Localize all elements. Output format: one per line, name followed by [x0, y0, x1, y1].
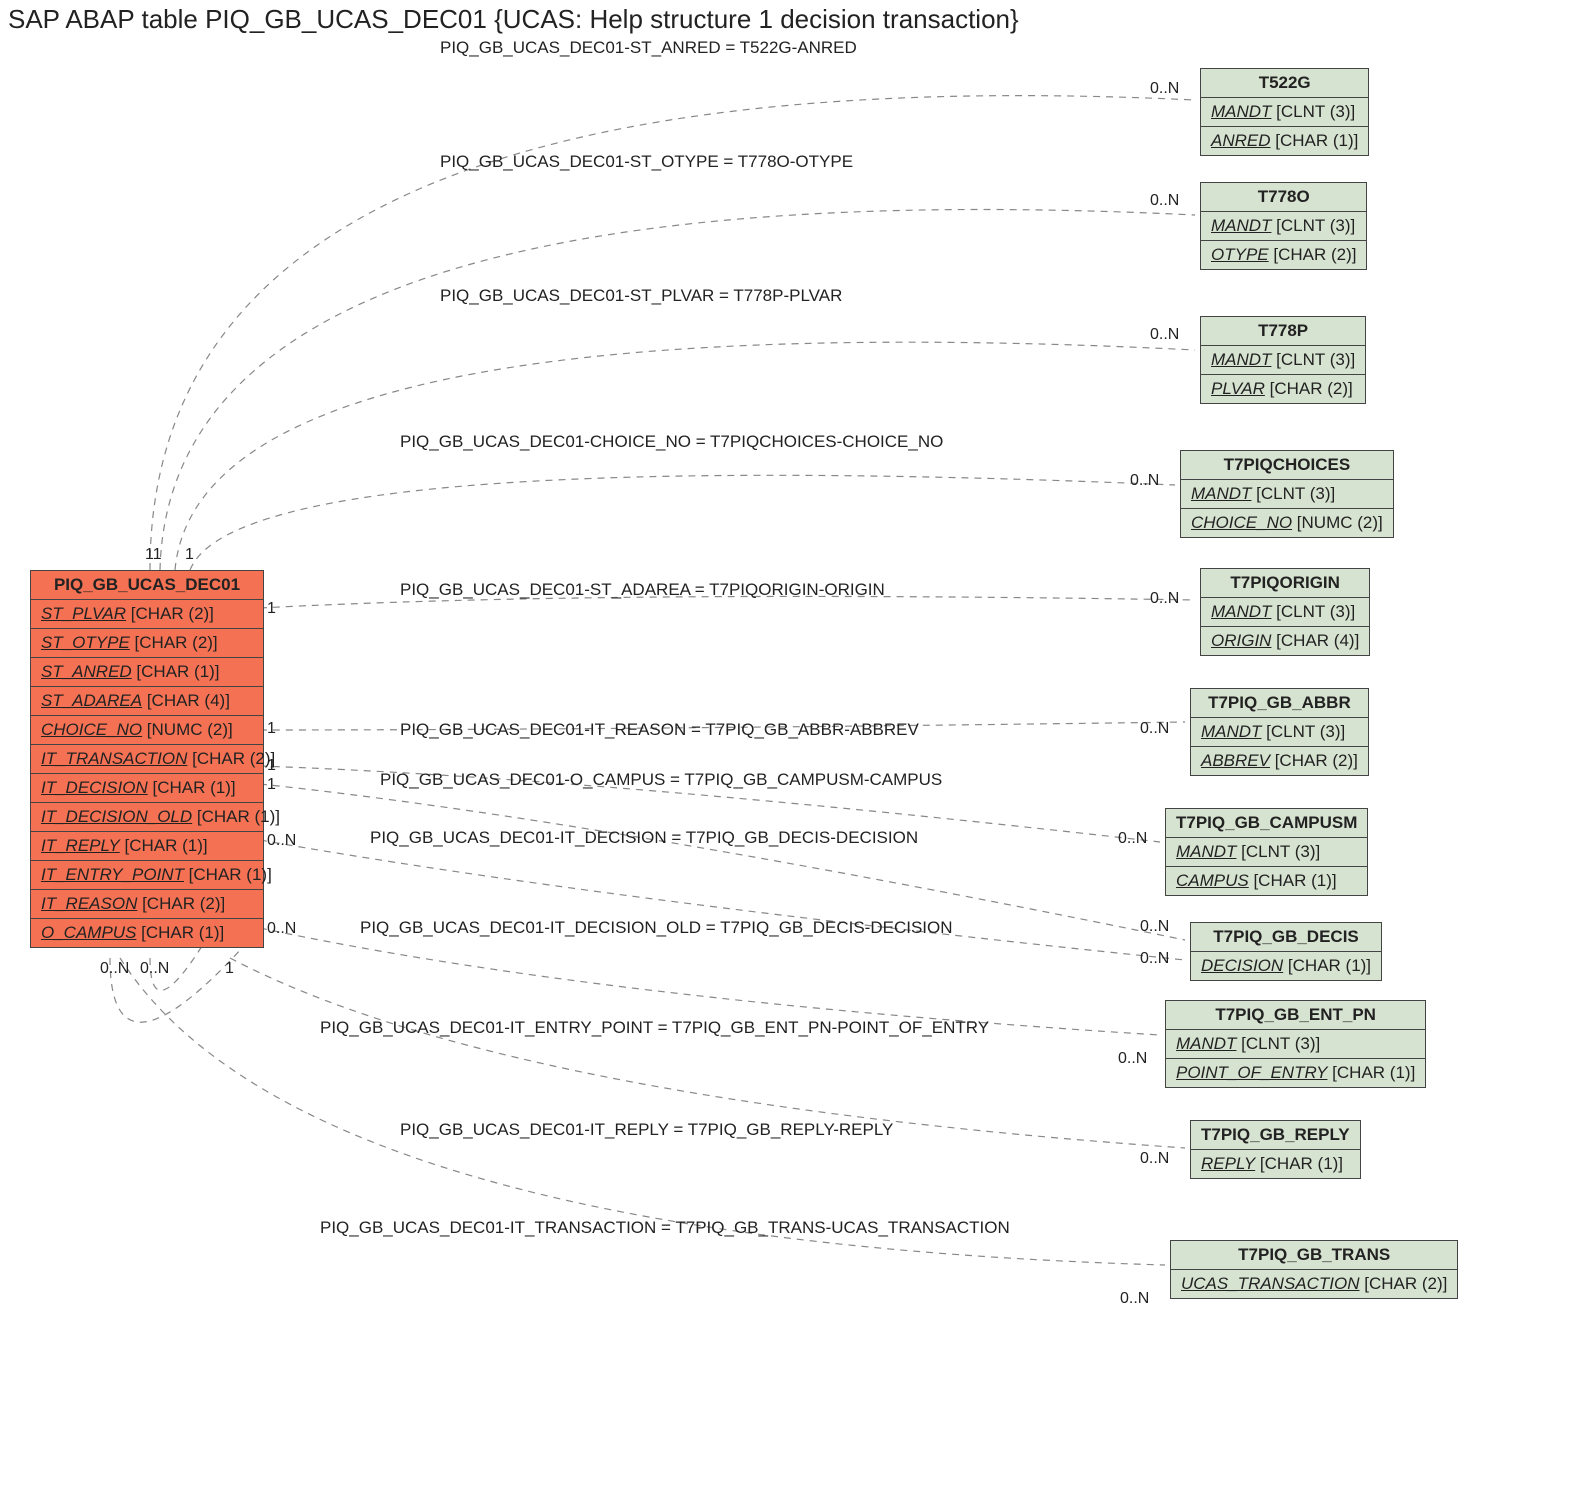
cardinality-left: 0..N [267, 920, 296, 938]
page-title: SAP ABAP table PIQ_GB_UCAS_DEC01 {UCAS: … [8, 4, 1019, 35]
entity-field: IT_DECISION [CHAR (1)] [31, 774, 263, 803]
cardinality-right: 0..N [1150, 326, 1179, 344]
entity-field: DECISION [CHAR (1)] [1191, 952, 1381, 980]
cardinality-right: 0..N [1130, 472, 1159, 490]
entity-field: CHOICE_NO [NUMC (2)] [1181, 509, 1393, 537]
entity-field: IT_TRANSACTION [CHAR (2)] [31, 745, 263, 774]
cardinality-left: 1 [267, 757, 276, 775]
relation-label: PIQ_GB_UCAS_DEC01-ST_ANRED = T522G-ANRED [440, 38, 857, 58]
cardinality-right: 0..N [1150, 192, 1179, 210]
cardinality-right: 0..N [1118, 830, 1147, 848]
cardinality-right: 0..N [1150, 590, 1179, 608]
relation-label: PIQ_GB_UCAS_DEC01-IT_ENTRY_POINT = T7PIQ… [320, 1018, 989, 1038]
entity-target: T7PIQORIGINMANDT [CLNT (3)]ORIGIN [CHAR … [1200, 568, 1370, 656]
entity-header: T7PIQ_GB_ENT_PN [1166, 1001, 1425, 1030]
entity-header: T778P [1201, 317, 1365, 346]
entity-target: T7PIQ_GB_ENT_PNMANDT [CLNT (3)]POINT_OF_… [1165, 1000, 1426, 1088]
cardinality-left: 1 [267, 600, 276, 618]
entity-field: IT_DECISION_OLD [CHAR (1)] [31, 803, 263, 832]
entity-target: T522GMANDT [CLNT (3)]ANRED [CHAR (1)] [1200, 68, 1369, 156]
entity-header: T7PIQORIGIN [1201, 569, 1369, 598]
entity-target: T7PIQ_GB_DECISDECISION [CHAR (1)] [1190, 922, 1382, 981]
entity-field: POINT_OF_ENTRY [CHAR (1)] [1166, 1059, 1425, 1087]
relation-label: PIQ_GB_UCAS_DEC01-ST_OTYPE = T778O-OTYPE [440, 152, 853, 172]
cardinality-left: 11 [145, 546, 162, 564]
relation-label: PIQ_GB_UCAS_DEC01-CHOICE_NO = T7PIQCHOIC… [400, 432, 943, 452]
cardinality-left: 0..N [140, 960, 169, 978]
cardinality-right: 0..N [1140, 918, 1169, 936]
entity-header: T7PIQ_GB_DECIS [1191, 923, 1381, 952]
entity-header: T7PIQ_GB_ABBR [1191, 689, 1368, 718]
entity-target: T7PIQ_GB_ABBRMANDT [CLNT (3)]ABBREV [CHA… [1190, 688, 1369, 776]
relation-label: PIQ_GB_UCAS_DEC01-IT_REASON = T7PIQ_GB_A… [400, 720, 919, 740]
cardinality-left: 1 [267, 720, 276, 738]
entity-field: CAMPUS [CHAR (1)] [1166, 867, 1367, 895]
relation-label: PIQ_GB_UCAS_DEC01-IT_DECISION_OLD = T7PI… [360, 918, 953, 938]
entity-field: CHOICE_NO [NUMC (2)] [31, 716, 263, 745]
entity-field: MANDT [CLNT (3)] [1181, 480, 1393, 509]
cardinality-left: 1 [185, 546, 194, 564]
entity-field: MANDT [CLNT (3)] [1201, 346, 1365, 375]
entity-field: ST_ADAREA [CHAR (4)] [31, 687, 263, 716]
entity-header: T778O [1201, 183, 1366, 212]
entity-main: PIQ_GB_UCAS_DEC01 ST_PLVAR [CHAR (2)]ST_… [30, 570, 264, 948]
entity-field: ST_ANRED [CHAR (1)] [31, 658, 263, 687]
entity-field: IT_REASON [CHAR (2)] [31, 890, 263, 919]
entity-target: T7PIQ_GB_TRANSUCAS_TRANSACTION [CHAR (2)… [1170, 1240, 1458, 1299]
entity-field: IT_REPLY [CHAR (1)] [31, 832, 263, 861]
entity-field: MANDT [CLNT (3)] [1201, 598, 1369, 627]
entity-field: OTYPE [CHAR (2)] [1201, 241, 1366, 269]
cardinality-right: 0..N [1150, 80, 1179, 98]
entity-field: ANRED [CHAR (1)] [1201, 127, 1368, 155]
entity-field: REPLY [CHAR (1)] [1191, 1150, 1360, 1178]
relation-label: PIQ_GB_UCAS_DEC01-ST_ADAREA = T7PIQORIGI… [400, 580, 885, 600]
entity-field: ST_OTYPE [CHAR (2)] [31, 629, 263, 658]
entity-field: MANDT [CLNT (3)] [1166, 1030, 1425, 1059]
entity-field: UCAS_TRANSACTION [CHAR (2)] [1171, 1270, 1457, 1298]
entity-field: MANDT [CLNT (3)] [1191, 718, 1368, 747]
entity-target: T7PIQ_GB_REPLYREPLY [CHAR (1)] [1190, 1120, 1361, 1179]
entity-header: T7PIQ_GB_REPLY [1191, 1121, 1360, 1150]
cardinality-left: 0..N [100, 960, 129, 978]
entity-field: ST_PLVAR [CHAR (2)] [31, 600, 263, 629]
relation-label: PIQ_GB_UCAS_DEC01-IT_REPLY = T7PIQ_GB_RE… [400, 1120, 893, 1140]
entity-header: T7PIQ_GB_TRANS [1171, 1241, 1457, 1270]
cardinality-right: 0..N [1140, 720, 1169, 738]
relation-label: PIQ_GB_UCAS_DEC01-IT_DECISION = T7PIQ_GB… [370, 828, 918, 848]
cardinality-left: 1 [267, 776, 276, 794]
relation-label: PIQ_GB_UCAS_DEC01-O_CAMPUS = T7PIQ_GB_CA… [380, 770, 942, 790]
entity-field: PLVAR [CHAR (2)] [1201, 375, 1365, 403]
entity-target: T778OMANDT [CLNT (3)]OTYPE [CHAR (2)] [1200, 182, 1367, 270]
cardinality-right: 0..N [1118, 1050, 1147, 1068]
er-diagram-canvas: SAP ABAP table PIQ_GB_UCAS_DEC01 {UCAS: … [0, 0, 1575, 1509]
cardinality-right: 0..N [1140, 950, 1169, 968]
entity-field: MANDT [CLNT (3)] [1201, 98, 1368, 127]
entity-header: PIQ_GB_UCAS_DEC01 [31, 571, 263, 600]
entity-target: T7PIQ_GB_CAMPUSMMANDT [CLNT (3)]CAMPUS [… [1165, 808, 1368, 896]
entity-field: ABBREV [CHAR (2)] [1191, 747, 1368, 775]
entity-header: T7PIQ_GB_CAMPUSM [1166, 809, 1367, 838]
cardinality-right: 0..N [1140, 1150, 1169, 1168]
entity-header: T7PIQCHOICES [1181, 451, 1393, 480]
entity-field: IT_ENTRY_POINT [CHAR (1)] [31, 861, 263, 890]
entity-field: O_CAMPUS [CHAR (1)] [31, 919, 263, 947]
entity-field: MANDT [CLNT (3)] [1166, 838, 1367, 867]
entity-field: ORIGIN [CHAR (4)] [1201, 627, 1369, 655]
entity-header: T522G [1201, 69, 1368, 98]
cardinality-left: 1 [225, 960, 234, 978]
entity-target: T7PIQCHOICESMANDT [CLNT (3)]CHOICE_NO [N… [1180, 450, 1394, 538]
cardinality-left: 0..N [267, 832, 296, 850]
entity-field: MANDT [CLNT (3)] [1201, 212, 1366, 241]
cardinality-right: 0..N [1120, 1290, 1149, 1308]
relation-label: PIQ_GB_UCAS_DEC01-IT_TRANSACTION = T7PIQ… [320, 1218, 1010, 1238]
entity-target: T778PMANDT [CLNT (3)]PLVAR [CHAR (2)] [1200, 316, 1366, 404]
relation-label: PIQ_GB_UCAS_DEC01-ST_PLVAR = T778P-PLVAR [440, 286, 842, 306]
